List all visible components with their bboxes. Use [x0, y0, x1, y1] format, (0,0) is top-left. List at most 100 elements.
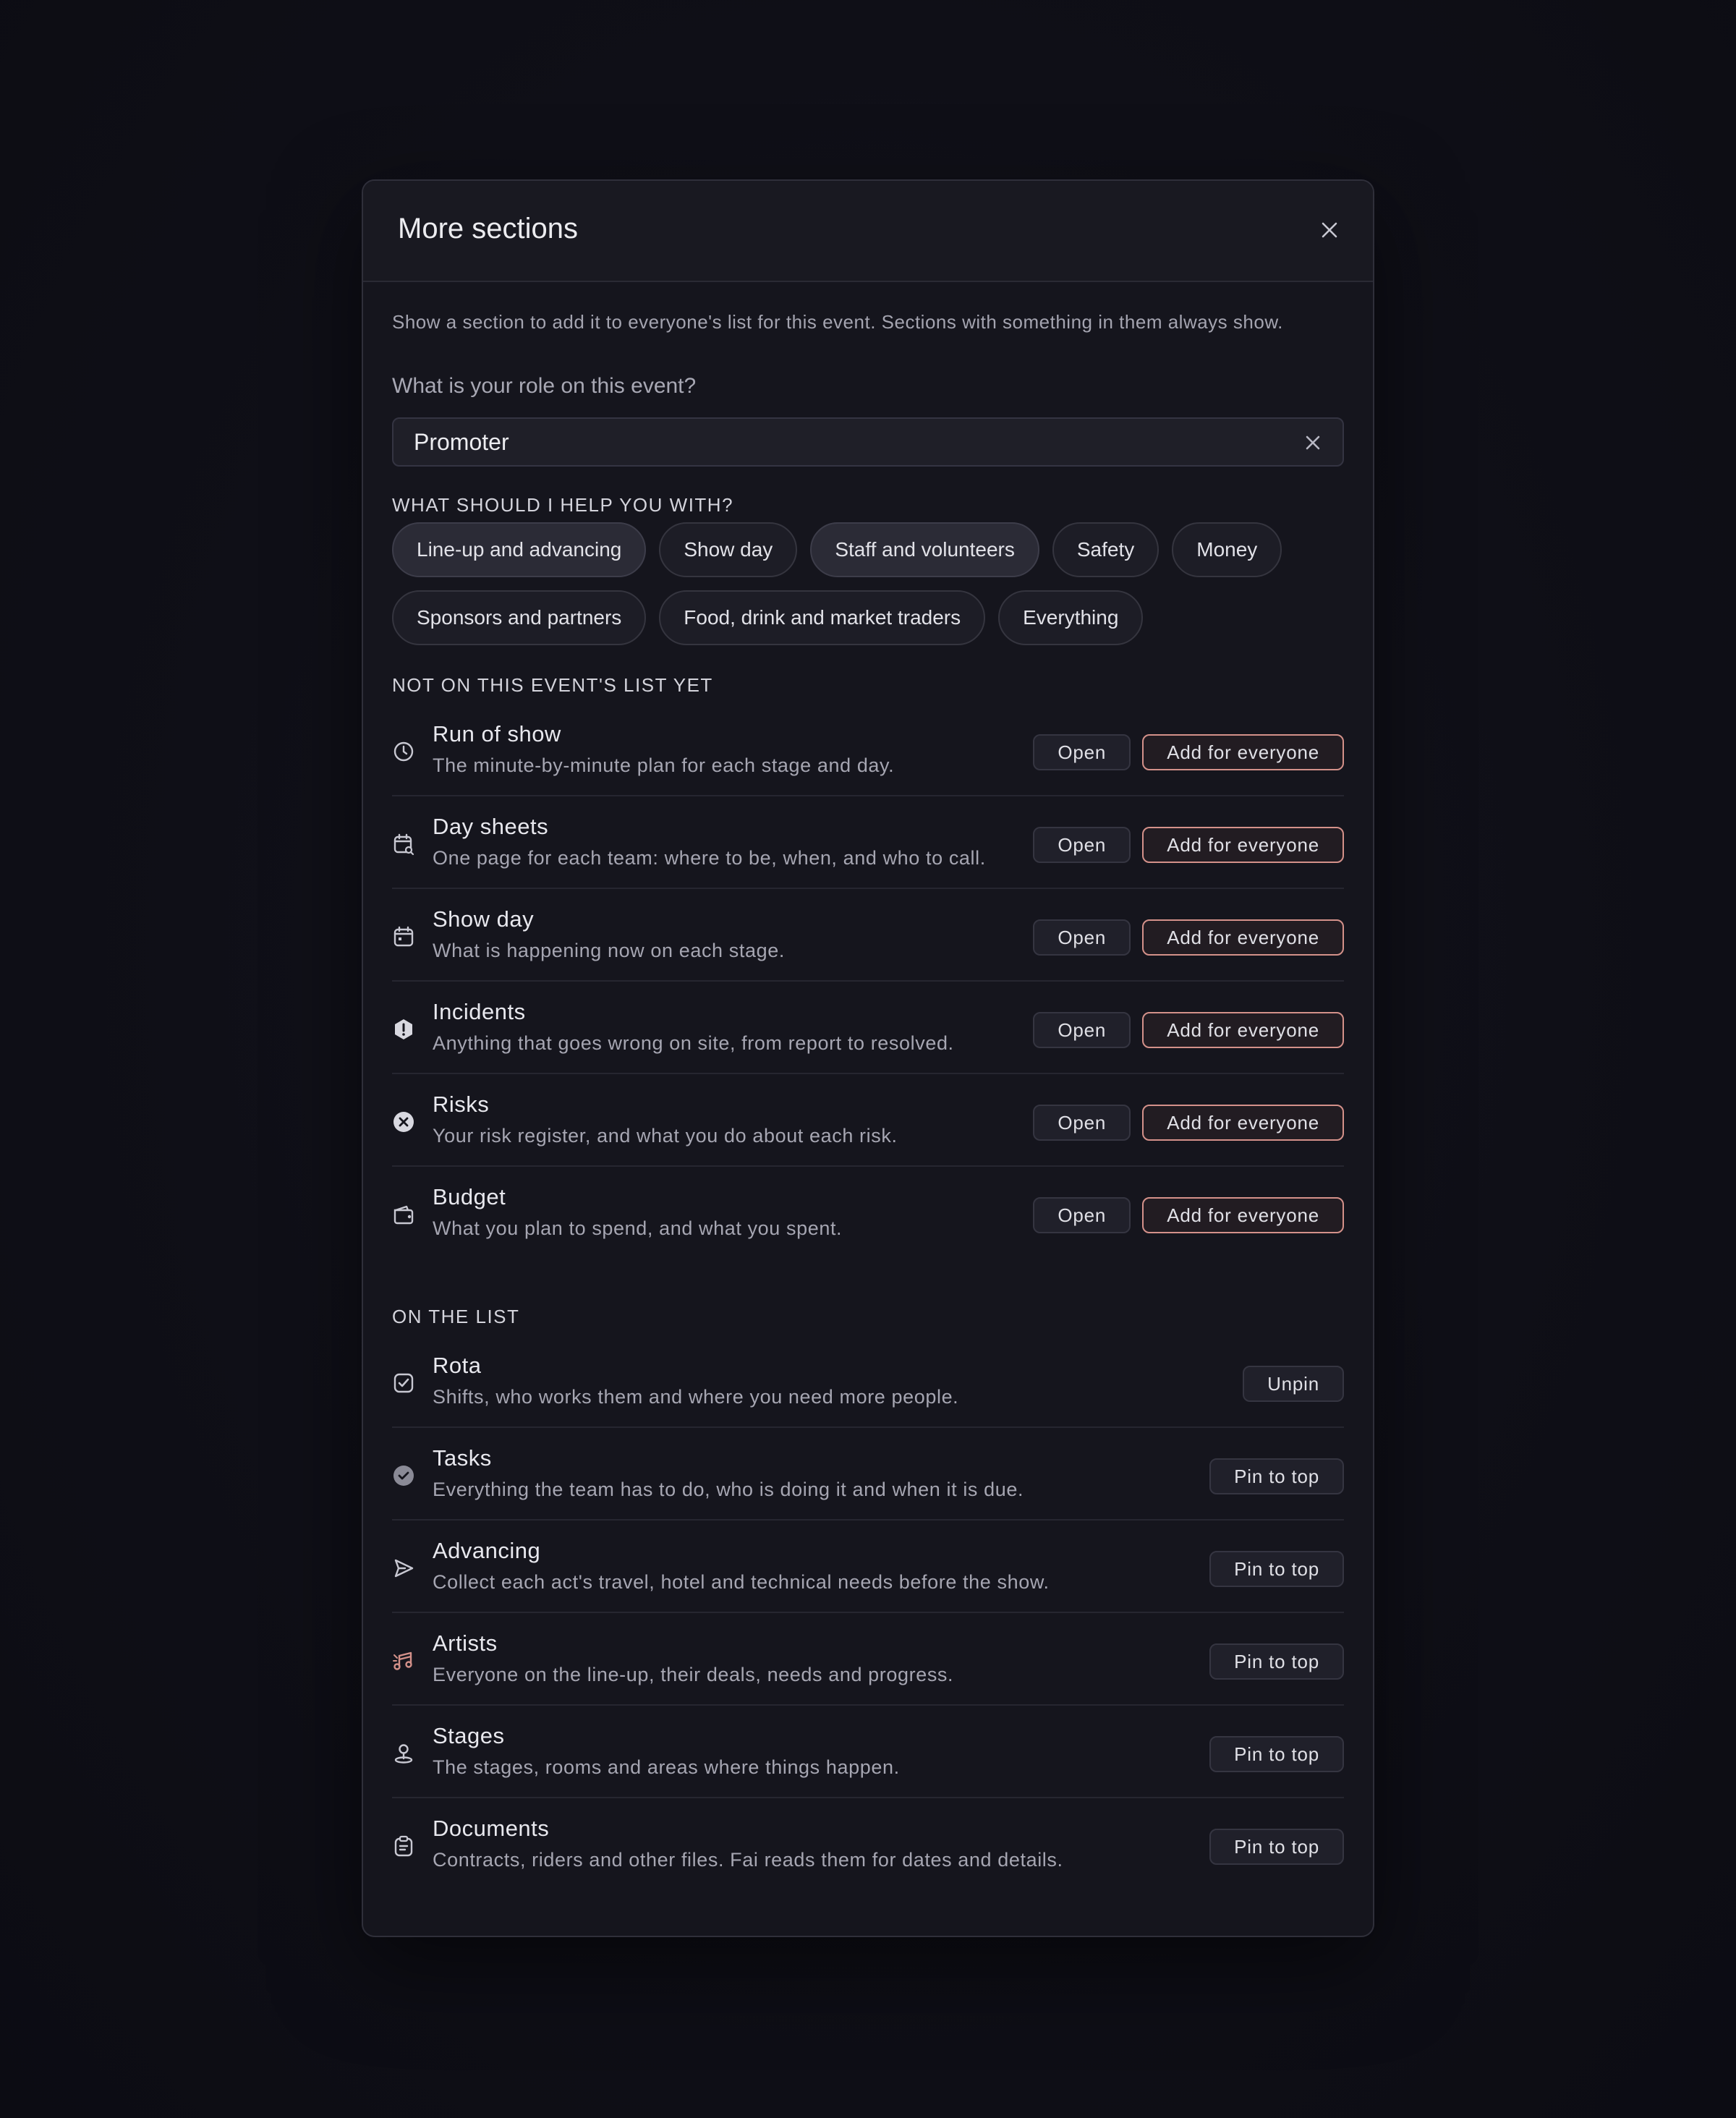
x-circle-icon: [393, 1112, 414, 1132]
clipboard-icon: [394, 1835, 413, 1857]
unpin-button[interactable]: Unpin: [1243, 1366, 1344, 1402]
help-chip-sponsors-and-partners[interactable]: Sponsors and partners: [392, 590, 647, 645]
section-row-risks: Risks Your risk register, and what you do…: [392, 1074, 1344, 1167]
open-button[interactable]: Open: [1033, 1197, 1131, 1233]
help-chip-staff-and-volunteers[interactable]: Staff and volunteers: [810, 522, 1039, 577]
row-icon-wrap: [392, 1649, 415, 1672]
section-description: One page for each team: where to be, whe…: [433, 847, 986, 869]
row-icon-wrap: [392, 740, 415, 763]
pin-to-top-button[interactable]: Pin to top: [1209, 1829, 1344, 1865]
section-description: Anything that goes wrong on site, from r…: [433, 1032, 954, 1054]
pin-to-top-button[interactable]: Pin to top: [1209, 1736, 1344, 1772]
add-for-everyone-button[interactable]: Add for everyone: [1142, 1197, 1344, 1233]
section-description: What is happening now on each stage.: [433, 940, 785, 961]
send-icon: [394, 1559, 414, 1578]
add-for-everyone-button[interactable]: Add for everyone: [1142, 827, 1344, 863]
role-field[interactable]: [392, 417, 1344, 467]
section-description: Everything the team has to do, who is do…: [433, 1479, 1024, 1500]
help-chip-food-drink-and-market-traders[interactable]: Food, drink and market traders: [659, 590, 986, 645]
row-icon-wrap: [392, 1557, 415, 1580]
row-actions: Pin to top: [1209, 1643, 1344, 1680]
row-actions: Open Add for everyone: [1033, 734, 1344, 770]
section-title: Tasks: [433, 1445, 492, 1471]
section-row-show-day: Show day What is happening now on each st…: [392, 889, 1344, 982]
help-chip-line-up-and-advancing[interactable]: Line-up and advancing: [392, 522, 647, 577]
row-icon-wrap: [392, 1464, 415, 1487]
not-on-list: Run of show The minute-by-minute plan for…: [392, 704, 1344, 1259]
section-row-budget: Budget What you plan to spend, and what y…: [392, 1167, 1344, 1259]
add-for-everyone-button[interactable]: Add for everyone: [1142, 919, 1344, 956]
add-for-everyone-button[interactable]: Add for everyone: [1142, 1012, 1344, 1048]
row-icon-wrap: [392, 1834, 415, 1858]
section-title: Risks: [433, 1092, 490, 1117]
intro-text: Show a section to add it to everyone's l…: [392, 311, 1283, 333]
section-description: The stages, rooms and areas where things…: [433, 1756, 900, 1778]
section-title: Incidents: [433, 999, 526, 1024]
help-chip-money[interactable]: Money: [1172, 522, 1282, 577]
dialog-title: More sections: [398, 213, 578, 244]
row-icon-wrap: [392, 1742, 415, 1765]
section-description: What you plan to spend, and what you spe…: [433, 1217, 843, 1239]
open-button[interactable]: Open: [1033, 919, 1131, 956]
row-actions: Open Add for everyone: [1033, 827, 1344, 863]
close-icon: [1322, 222, 1337, 238]
section-row-advancing: Advancing Collect each act's travel, hote…: [392, 1521, 1344, 1613]
section-row-day-sheets: Day sheets One page for each team: where …: [392, 796, 1344, 889]
row-actions: Open Add for everyone: [1033, 919, 1344, 956]
more-sections-dialog: More sections Show a section to add it t…: [362, 179, 1374, 1937]
help-chip-everything[interactable]: Everything: [998, 590, 1144, 645]
add-for-everyone-button[interactable]: Add for everyone: [1142, 734, 1344, 770]
pin-to-top-button[interactable]: Pin to top: [1209, 1551, 1344, 1587]
section-title: Artists: [433, 1630, 498, 1656]
help-chip-safety[interactable]: Safety: [1052, 522, 1160, 577]
help-chip-show-day[interactable]: Show day: [659, 522, 798, 577]
help-chips: Line-up and advancing Show day Staff and v…: [392, 522, 1344, 645]
section-row-tasks: Tasks Everything the team has to do, who …: [392, 1428, 1344, 1521]
row-actions: Unpin: [1243, 1366, 1344, 1402]
role-input[interactable]: [414, 419, 1209, 465]
alert-hexagon-icon: [395, 1019, 412, 1039]
section-title: Budget: [433, 1184, 506, 1209]
map-pin-icon: [394, 1744, 413, 1764]
row-icon-wrap: [392, 1110, 415, 1134]
section-description: Your risk register, and what you do abou…: [433, 1125, 898, 1147]
calendar-search-icon: [393, 833, 414, 856]
row-actions: Pin to top: [1209, 1829, 1344, 1865]
music-icon: [393, 1651, 412, 1670]
section-title: Show day: [433, 906, 535, 932]
section-row-incidents: Incidents Anything that goes wrong on sit…: [392, 982, 1344, 1074]
close-button[interactable]: [1315, 216, 1344, 244]
pin-to-top-button[interactable]: Pin to top: [1209, 1458, 1344, 1494]
open-button[interactable]: Open: [1033, 827, 1131, 863]
dialog-body: Show a section to add it to everyone's l…: [392, 281, 1344, 1891]
section-description: Everyone on the line-up, their deals, ne…: [433, 1664, 954, 1685]
clear-role-button[interactable]: [1302, 432, 1324, 454]
row-actions: Pin to top: [1209, 1736, 1344, 1772]
open-button[interactable]: Open: [1033, 734, 1131, 770]
pin-to-top-button[interactable]: Pin to top: [1209, 1643, 1344, 1680]
row-icon-wrap: [392, 1018, 415, 1041]
open-button[interactable]: Open: [1033, 1105, 1131, 1141]
row-icon-wrap: [392, 1203, 415, 1226]
open-button[interactable]: Open: [1033, 1012, 1131, 1048]
close-icon: [1306, 435, 1320, 450]
section-title: Rota: [433, 1353, 482, 1378]
on-list: Rota Shifts, who works them and where you…: [392, 1335, 1344, 1891]
section-title: Stages: [433, 1723, 505, 1748]
row-actions: Open Add for everyone: [1033, 1197, 1344, 1233]
section-title: Run of show: [433, 721, 561, 747]
section-row-documents: Documents Contracts, riders and other fil…: [392, 1798, 1344, 1891]
section-title: Day sheets: [433, 814, 549, 839]
not-on-list-heading: NOT ON THIS EVENT'S LIST YET: [392, 674, 713, 696]
row-icon-wrap: [392, 833, 415, 856]
section-title: Documents: [433, 1816, 550, 1841]
row-actions: Open Add for everyone: [1033, 1012, 1344, 1048]
checkbox-icon: [393, 1373, 414, 1393]
section-description: Contracts, riders and other files. Fai r…: [433, 1849, 1063, 1871]
wallet-icon: [393, 1205, 414, 1225]
section-description: Collect each act's travel, hotel and tec…: [433, 1571, 1050, 1593]
section-row-stages: Stages The stages, rooms and areas where …: [392, 1706, 1344, 1798]
dialog-header: More sections: [363, 181, 1373, 282]
clock-icon: [393, 741, 414, 762]
add-for-everyone-button[interactable]: Add for everyone: [1142, 1105, 1344, 1141]
